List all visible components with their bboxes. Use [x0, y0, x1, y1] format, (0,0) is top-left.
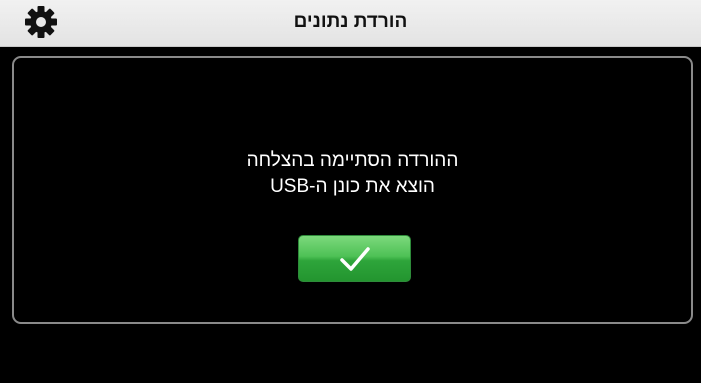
header-bar: הורדת נתונים: [0, 0, 701, 47]
page-title: הורדת נתונים: [293, 11, 408, 32]
message-line-success: ההורדה הסתיימה בהצלחה: [246, 150, 459, 171]
dialog-message: ההורדה הסתיימה בהצלחה הוצא את כונן ה-USB: [14, 148, 691, 200]
gear-icon[interactable]: [23, 4, 59, 40]
download-complete-dialog: ההורדה הסתיימה בהצלחה הוצא את כונן ה-USB: [12, 56, 693, 324]
checkmark-icon: [340, 247, 370, 271]
message-line-remove-usb: הוצא את כונן ה-USB: [270, 176, 435, 197]
ok-button[interactable]: [298, 235, 411, 282]
